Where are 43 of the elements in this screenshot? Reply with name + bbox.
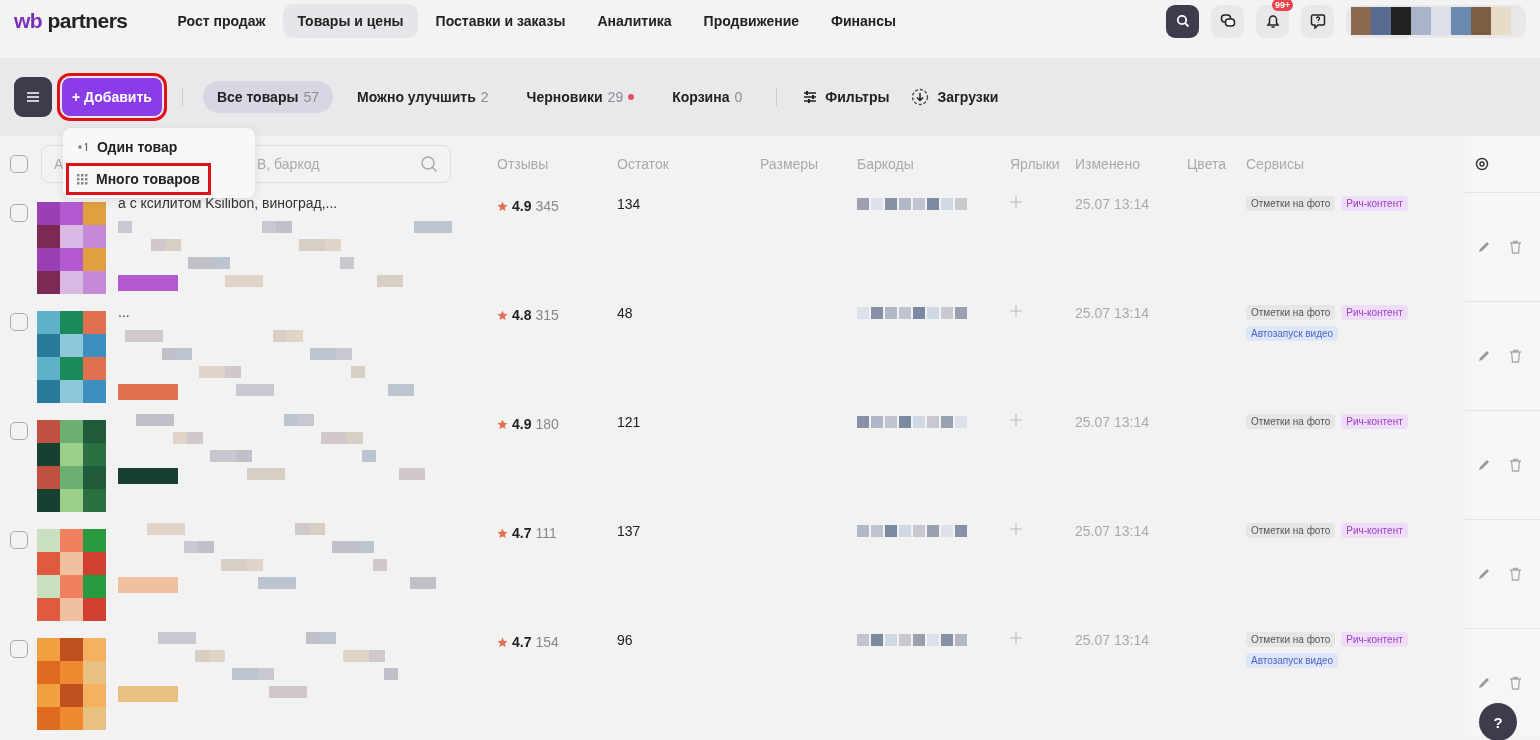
- changed-date: 25.07 13:14: [1075, 523, 1149, 539]
- column-header: Баркоды: [857, 156, 915, 172]
- review-count: 345: [535, 198, 559, 214]
- changed-date: 25.07 13:14: [1075, 414, 1149, 430]
- rating: 4.9: [512, 198, 532, 214]
- stock-value: 121: [617, 414, 641, 430]
- column-header: Сервисы: [1246, 156, 1305, 172]
- product-title: ...: [118, 304, 131, 320]
- rating: 4.7: [512, 634, 532, 650]
- service-tag: Рич-контент: [1341, 632, 1408, 647]
- review-count: 111: [535, 525, 557, 541]
- service-tag: Отметки на фото: [1246, 196, 1336, 211]
- column-header: Отзывы: [497, 156, 550, 172]
- review-count: 154: [535, 634, 559, 650]
- rating: 4.9: [512, 416, 532, 432]
- service-tag: Рич-контент: [1341, 414, 1408, 429]
- changed-date: 25.07 13:14: [1075, 305, 1149, 321]
- column-header: Остаток: [617, 156, 670, 172]
- changed-date: 25.07 13:14: [1075, 196, 1149, 212]
- service-tag: Рич-контент: [1341, 523, 1408, 538]
- notification-badge: 99+: [1272, 0, 1294, 11]
- service-tag: Отметки на фото: [1246, 305, 1336, 320]
- review-count: 315: [535, 307, 559, 323]
- service-tag: Автозапуск видео: [1246, 326, 1339, 341]
- service-tag: Отметки на фото: [1246, 523, 1336, 538]
- rating: 4.7: [512, 525, 532, 541]
- service-tag: Автозапуск видео: [1246, 653, 1339, 668]
- column-header: Цвета: [1187, 156, 1227, 172]
- service-tag: Рич-контент: [1341, 305, 1408, 320]
- review-count: 180: [535, 416, 559, 432]
- stock-value: 96: [617, 632, 633, 648]
- service-tag: Отметки на фото: [1246, 632, 1336, 647]
- stock-value: 48: [617, 305, 633, 321]
- product-title: а с ксилитом Ksilibon, виноград,...: [118, 195, 339, 211]
- changed-date: 25.07 13:14: [1075, 632, 1149, 648]
- column-header: Размеры: [760, 156, 820, 172]
- rating: 4.8: [512, 307, 532, 323]
- column-header: Ярлыки: [1010, 156, 1061, 172]
- service-tag: Рич-контент: [1341, 196, 1408, 211]
- column-header: Изменено: [1075, 156, 1141, 172]
- stock-value: 137: [617, 523, 641, 539]
- service-tag: Отметки на фото: [1246, 414, 1336, 429]
- stock-value: 134: [617, 196, 641, 212]
